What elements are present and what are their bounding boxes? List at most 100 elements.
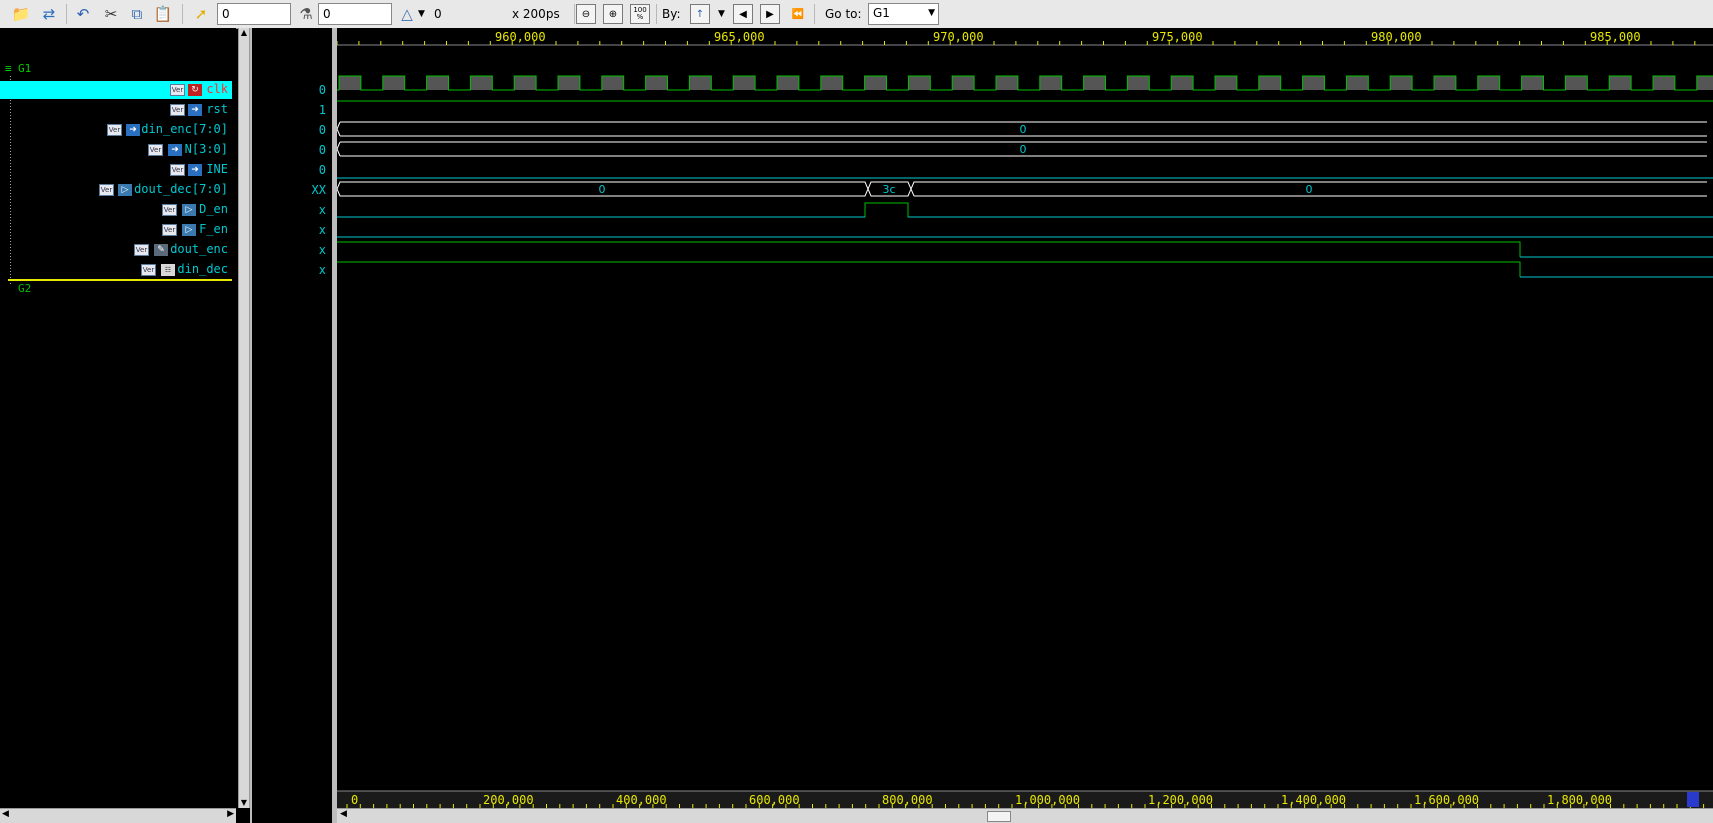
clock-high-phase [1039, 76, 1062, 90]
delta-icon[interactable]: △ [396, 3, 418, 25]
top-ruler-tick-label: 985,000 [1590, 30, 1641, 44]
overview-viewport-marker[interactable] [1687, 792, 1699, 807]
waveform-din-dec [337, 261, 1713, 278]
copy-icon[interactable]: ⧉ [126, 3, 148, 25]
verilog-icon: Ver [99, 184, 114, 196]
signal-name: dout_enc [170, 242, 228, 256]
paste-icon[interactable]: 📋 [152, 3, 174, 25]
value-dout-dec: XX [311, 183, 326, 197]
delta-dropdown-arrow[interactable]: ▼ [418, 3, 425, 25]
waveform-din-enc: 0 [337, 121, 1707, 137]
reload-icon[interactable]: ⇄ [38, 3, 60, 25]
open-folder-icon[interactable]: 📁 [10, 3, 32, 25]
signal-row-ine[interactable]: Ver ➜ INE [0, 161, 232, 179]
waveform-d-en [337, 202, 1713, 218]
clock-high-phase [864, 76, 887, 90]
clock-high-phase [1390, 76, 1413, 90]
chevron-down-icon: ▼ [928, 8, 935, 18]
top-time-ruler[interactable]: 960,000 965,000 970,000 975,000 980,000 … [337, 28, 1713, 46]
names-horizontal-scrollbar[interactable]: ◀ ▶ [0, 808, 236, 823]
zoom-in-icon[interactable]: ⊕ [603, 4, 623, 24]
clock-high-phase [1083, 76, 1106, 90]
waveform-canvas[interactable]: 960,000 965,000 970,000 975,000 980,000 … [337, 28, 1713, 823]
verilog-icon: Ver [162, 204, 177, 216]
signal-row-clk[interactable]: Ver ↻ clk [0, 81, 232, 99]
goto-value: G1 [873, 6, 890, 20]
cut-icon[interactable]: ✂ [100, 3, 122, 25]
time-scale-label: x 200ps [512, 7, 560, 21]
scrollbar-thumb[interactable] [987, 811, 1011, 822]
pointer-icon[interactable]: ➚ [190, 3, 212, 25]
signal-row-din-dec[interactable]: Ver ☷ din_dec [0, 261, 232, 279]
signal-values-panel: 0 1 0 0 0 XX x x x x [252, 28, 332, 823]
verilog-icon: Ver [170, 164, 185, 176]
verilog-icon: Ver [134, 244, 149, 256]
value-dout-enc: x [318, 243, 326, 257]
back-icon[interactable]: ⏪ [788, 4, 808, 24]
output-port-icon: ▷ [182, 224, 196, 236]
verilog-icon: Ver [170, 84, 185, 96]
bottom-ruler-tick-label: 1,600,000 [1414, 793, 1479, 807]
names-vertical-scrollbar[interactable]: ▲ ▼ [238, 28, 250, 808]
group-name[interactable]: G1 [18, 62, 31, 75]
bottom-ruler-tick-label: 800,000 [882, 793, 933, 807]
zoom-out-icon[interactable]: ⊖ [576, 4, 596, 24]
clock-high-phase [777, 76, 799, 90]
group-name[interactable]: G2 [18, 282, 31, 295]
marker-icon[interactable]: ⚗ [295, 3, 317, 25]
bottom-overview-ruler[interactable]: 0 200,000 400,000 600,000 800,000 1,000,… [337, 790, 1713, 808]
top-ruler-tick-label: 975,000 [1152, 30, 1203, 44]
top-ruler-tick-label: 965,000 [714, 30, 765, 44]
signal-row-din-enc[interactable]: Ver ➜ din_enc[7:0] [0, 121, 232, 139]
edge-dropdown-arrow[interactable]: ▼ [718, 3, 725, 25]
verilog-icon: Ver [162, 224, 177, 236]
waveform-panel[interactable]: 960,000 965,000 970,000 975,000 980,000 … [337, 28, 1713, 823]
signal-name: dout_dec[7:0] [134, 182, 228, 196]
signal-row-n[interactable]: Ver ➜ N[3:0] [0, 141, 232, 159]
clock-high-phase [733, 76, 756, 90]
signal-row-dout-dec[interactable]: Ver ▷ dout_dec[7:0] [0, 181, 232, 199]
clock-high-phase [1434, 76, 1456, 90]
value-din-enc: 0 [318, 123, 326, 137]
edge-select-icon[interactable]: ↑ [690, 4, 710, 24]
next-edge-icon[interactable]: ▶ [760, 4, 780, 24]
input-port-icon: ➜ [126, 124, 140, 136]
signal-row-rst[interactable]: Ver ➜ rst [0, 101, 232, 119]
clock-high-phase [470, 76, 493, 90]
prev-edge-icon[interactable]: ◀ [733, 4, 753, 24]
waveform-horizontal-scrollbar[interactable]: ◀ [337, 808, 1713, 823]
bottom-ruler-tick-label: 600,000 [749, 793, 800, 807]
clock-high-phase [601, 76, 624, 90]
signal-row-d-en[interactable]: Ver ▷ D_en [0, 201, 232, 219]
group-expand-icon[interactable]: ≡ [5, 62, 12, 75]
undo-icon[interactable]: ↶ [72, 3, 94, 25]
value-d-en: x [318, 203, 326, 217]
value-clk: 0 [318, 83, 326, 97]
delta-value: 0 [434, 7, 442, 21]
zoom-fit-icon[interactable]: 100 % [630, 4, 650, 24]
clock-high-phase [1258, 76, 1281, 90]
cursor-time-field[interactable] [217, 3, 291, 25]
clock-trace [337, 75, 1713, 91]
clock-high-phase [1215, 76, 1237, 90]
top-ruler-tick-label: 960,000 [495, 30, 546, 44]
signal-name: clk [206, 82, 228, 96]
toolbar: 📁 ⇄ ↶ ✂ ⧉ 📋 ➚ ⚗ △ ▼ 0 x 200ps ⊖ ⊕ 100 % … [0, 0, 1713, 29]
bottom-ruler-tick-label: 0 [351, 793, 358, 807]
signal-row-dout-enc[interactable]: Ver ✎ dout_enc [0, 241, 232, 259]
bus-value-label: 0 [1020, 143, 1027, 156]
marker-time-field[interactable] [318, 3, 392, 25]
goto-select[interactable]: G1 ▼ [868, 3, 939, 25]
goto-label: Go to: [825, 7, 862, 21]
verilog-icon: Ver [141, 264, 156, 276]
clock-high-phase [558, 76, 580, 90]
verilog-icon: Ver [107, 124, 122, 136]
verilog-icon: Ver [170, 104, 185, 116]
by-label: By: [662, 7, 681, 21]
clock-high-phase [1521, 76, 1544, 90]
signal-row-f-en[interactable]: Ver ▷ F_en [0, 221, 232, 239]
clock-port-icon: ↻ [188, 84, 202, 96]
input-port-icon: ➜ [188, 104, 202, 116]
clock-high-phase [339, 76, 361, 90]
signal-name: rst [206, 102, 228, 116]
